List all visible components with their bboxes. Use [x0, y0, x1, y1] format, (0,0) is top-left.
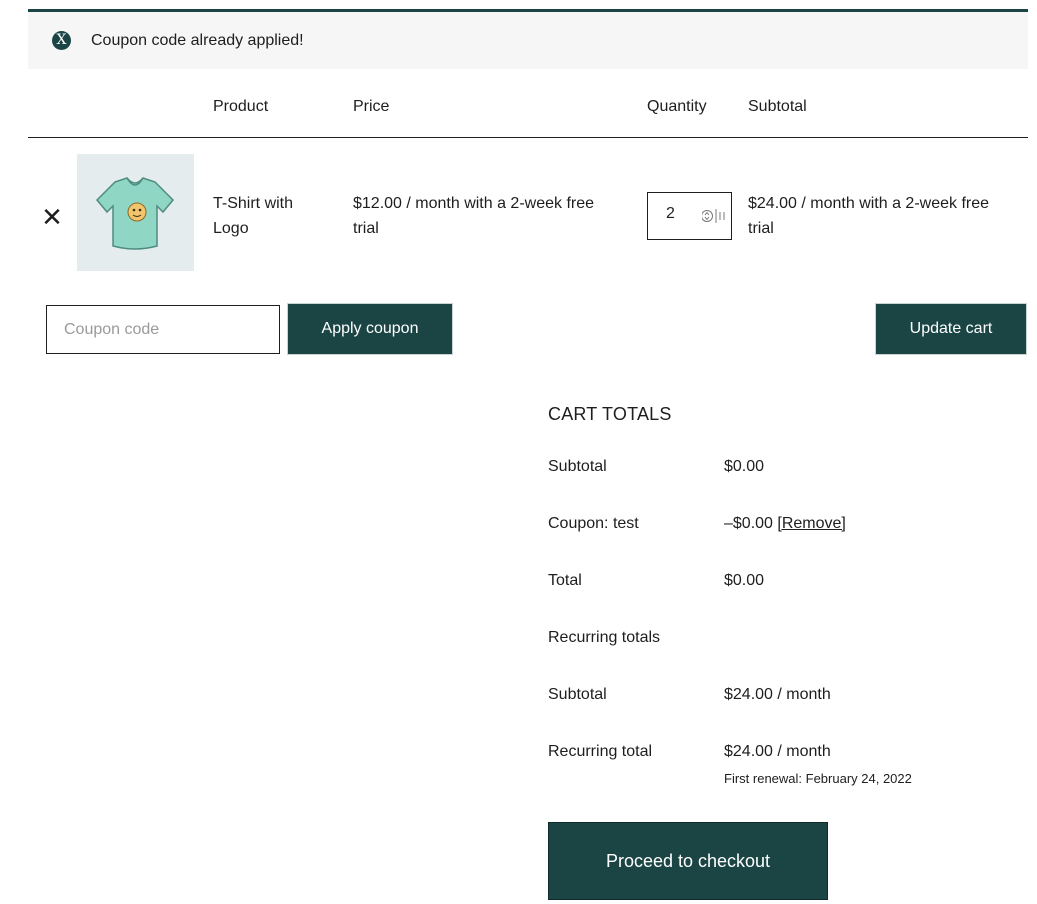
- quantity-stepper-icon[interactable]: [701, 207, 728, 230]
- total-label: Total: [548, 572, 582, 589]
- recurring-subtotal-label: Subtotal: [548, 686, 607, 703]
- quantity-value: 2: [666, 205, 675, 222]
- subtotal-value: $0.00: [724, 458, 765, 475]
- remove-item-icon[interactable]: ✕: [41, 203, 63, 231]
- recurring-total-label: Recurring total: [548, 743, 653, 760]
- product-thumbnail[interactable]: [77, 154, 194, 271]
- subtotal-label: Subtotal: [548, 458, 607, 475]
- total-value: $0.00: [724, 572, 765, 589]
- notice-banner: X Coupon code already applied!: [28, 9, 1028, 69]
- coupon-code-input[interactable]: [46, 305, 280, 354]
- product-price: $12.00 / month with a 2-week free trial: [353, 195, 595, 237]
- close-circle-icon: X: [52, 31, 71, 50]
- coupon-label: Coupon: test: [548, 515, 639, 532]
- recurring-total-value: $24.00 / month: [724, 743, 831, 760]
- notice-text: Coupon code already applied!: [91, 32, 304, 49]
- update-cart-button[interactable]: Update cart: [875, 303, 1027, 355]
- proceed-to-checkout-button[interactable]: Proceed to checkout: [548, 822, 828, 900]
- coupon-value-row: –$0.00 [Remove]: [724, 515, 846, 533]
- column-header-price: Price: [353, 98, 390, 115]
- line-subtotal: $24.00 / month with a 2-week free trial: [748, 195, 990, 237]
- cart-totals-title: CART TOTALS: [548, 404, 672, 424]
- apply-coupon-button[interactable]: Apply coupon: [287, 303, 453, 355]
- column-header-product: Product: [213, 98, 269, 115]
- remove-coupon-link[interactable]: [Remove]: [777, 515, 845, 532]
- product-name[interactable]: T-Shirt with Logo: [213, 191, 293, 241]
- header-divider: [28, 137, 1028, 138]
- column-header-subtotal: Subtotal: [748, 98, 807, 115]
- coupon-discount-value: –$0.00: [724, 515, 773, 532]
- quantity-input[interactable]: 2: [647, 192, 732, 240]
- recurring-totals-heading: Recurring totals: [548, 629, 661, 646]
- column-header-quantity: Quantity: [647, 98, 707, 115]
- first-renewal-date: First renewal: February 24, 2022: [724, 771, 912, 786]
- recurring-subtotal-value: $24.00 / month: [724, 686, 831, 703]
